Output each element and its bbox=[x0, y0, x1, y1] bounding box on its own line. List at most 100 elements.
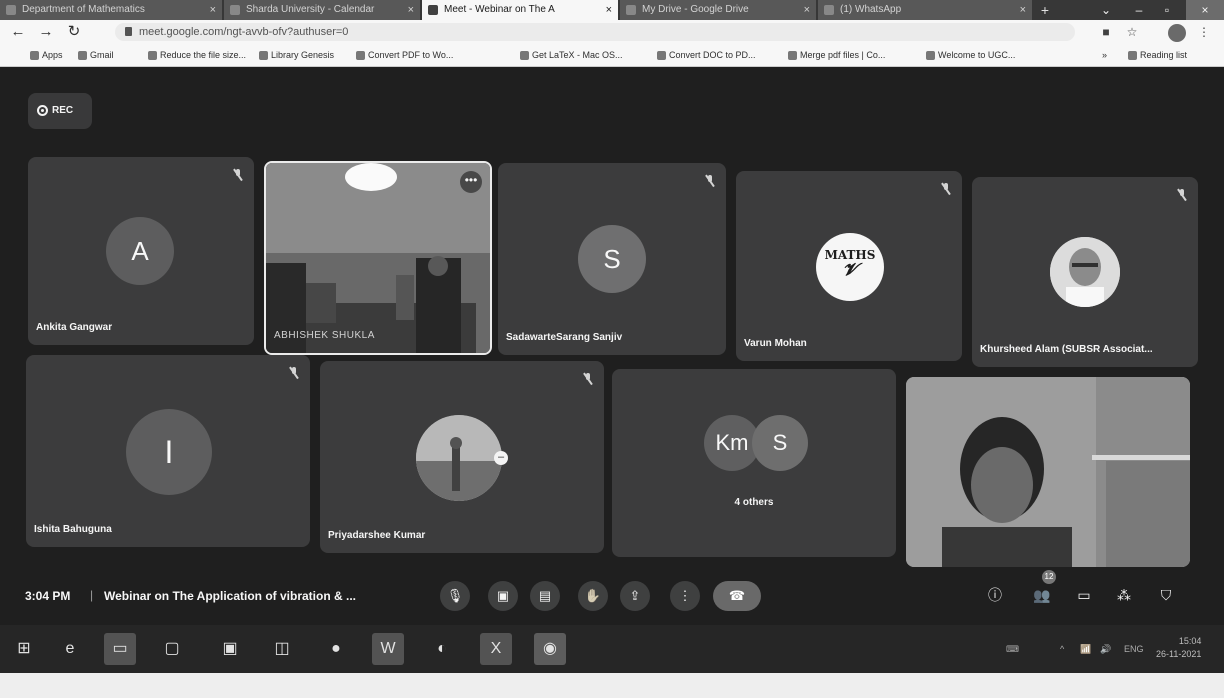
more-options-icon[interactable]: ••• bbox=[460, 171, 482, 193]
reading-list-button[interactable]: Reading list bbox=[1126, 44, 1187, 66]
more-bookmarks-icon[interactable]: » bbox=[1102, 44, 1107, 66]
tab-whatsapp[interactable]: (1) WhatsApp × bbox=[818, 0, 1032, 20]
tab-google-drive[interactable]: My Drive - Google Drive × bbox=[620, 0, 816, 20]
muted-mic-icon bbox=[1178, 189, 1186, 201]
raise-hand-button[interactable]: ✋ bbox=[578, 581, 608, 611]
language-indicator[interactable]: ENG bbox=[1124, 625, 1144, 673]
host-controls-icon[interactable]: ⛉ bbox=[1156, 585, 1176, 605]
record-icon bbox=[37, 105, 48, 116]
close-window-icon[interactable]: × bbox=[1186, 0, 1224, 20]
back-arrow-icon[interactable]: ← bbox=[8, 22, 28, 42]
participant-name: ABHISHEK SHUKLA bbox=[274, 330, 375, 341]
bookmark-get-latex[interactable]: Get LaTeX - Mac OS... bbox=[518, 44, 623, 66]
logo-script: 𝓥 bbox=[842, 260, 858, 280]
bookmark-library-genesis[interactable]: Library Genesis bbox=[257, 44, 334, 66]
leave-call-button[interactable]: ☎ bbox=[713, 581, 761, 611]
bookmark-convert-pdf[interactable]: Convert PDF to Wo... bbox=[354, 44, 453, 66]
volume-icon[interactable]: 🔊 bbox=[1100, 625, 1111, 673]
close-tab-icon[interactable]: × bbox=[804, 0, 810, 20]
windows-start-icon[interactable]: ⊞ bbox=[8, 633, 40, 665]
star-icon[interactable]: ☆ bbox=[1124, 24, 1140, 40]
camera-icon[interactable]: ■ bbox=[1098, 24, 1114, 40]
address-bar[interactable]: meet.google.com/ngt-avvb-ofv?authuser=0 bbox=[115, 23, 1075, 41]
participant-tile-sadawarte[interactable]: S SadawarteSarang Sanjiv bbox=[498, 163, 726, 355]
more-options-button[interactable]: ⋮ bbox=[670, 581, 700, 611]
monitor-icon[interactable]: ◫ bbox=[266, 633, 298, 665]
bookmark-gmail[interactable]: Gmail bbox=[76, 44, 114, 66]
bookmark-merge-pdf[interactable]: Merge pdf files | Co... bbox=[786, 44, 885, 66]
participant-tile-khursheed[interactable]: Khursheed Alam (SUBSR Associat... bbox=[972, 177, 1198, 367]
activities-icon[interactable]: ⁂ bbox=[1114, 585, 1134, 605]
close-tab-icon[interactable]: × bbox=[1020, 0, 1026, 20]
camera-button[interactable]: ▣ bbox=[488, 581, 518, 611]
separator: | bbox=[90, 588, 94, 602]
video-feed bbox=[906, 377, 1190, 567]
chat-icon[interactable]: ▭ bbox=[1074, 585, 1094, 605]
close-tab-icon[interactable]: × bbox=[606, 0, 612, 20]
participant-tile-video[interactable] bbox=[906, 377, 1190, 567]
reload-icon[interactable]: ↻ bbox=[64, 22, 84, 42]
whatsapp-icon bbox=[824, 5, 834, 15]
participant-name: Varun Mohan bbox=[744, 338, 807, 349]
present-screen-button[interactable]: ⇪ bbox=[620, 581, 650, 611]
windows-taskbar: ⊞ e ▭ ▢ ▣ ◫ ● W ◐ X ◉ ⌨ ^ 📶 🔊 ENG 15:04 … bbox=[0, 625, 1224, 673]
tab-department-of-mathematics[interactable]: Department of Mathematics × bbox=[0, 0, 222, 20]
file-explorer-icon[interactable]: ▭ bbox=[104, 633, 136, 665]
firefox-icon[interactable]: ● bbox=[320, 633, 352, 665]
minimize-icon[interactable]: – bbox=[1128, 0, 1150, 20]
bookmark-apps[interactable]: Apps bbox=[28, 44, 63, 66]
captions-button[interactable]: ▤ bbox=[530, 581, 560, 611]
avatar: I bbox=[126, 409, 212, 495]
participant-tile-ankita[interactable]: A Ankita Gangwar bbox=[28, 157, 254, 345]
muted-mic-icon bbox=[290, 367, 298, 379]
keyboard-icon[interactable]: ⌨ bbox=[1006, 625, 1019, 673]
tab-meet-webinar[interactable]: Meet - Webinar on The A × bbox=[422, 0, 618, 20]
people-icon[interactable]: 👥 bbox=[1032, 585, 1052, 605]
info-icon[interactable]: ⓘ bbox=[985, 585, 1005, 605]
bookmark-reduce-file-size[interactable]: Reduce the file size... bbox=[146, 44, 246, 66]
microphone-button[interactable]: 🎙 bbox=[440, 581, 470, 611]
meeting-time: 3:04 PM bbox=[25, 589, 71, 603]
tab-label: My Drive - Google Drive bbox=[642, 4, 749, 15]
browser-tab-strip: Department of Mathematics × Sharda Unive… bbox=[0, 0, 1224, 20]
bookmarks-bar: Apps Gmail Reduce the file size... Libra… bbox=[0, 44, 1224, 67]
bookmark-icon bbox=[788, 51, 797, 60]
network-icon[interactable]: 📶 bbox=[1080, 625, 1091, 673]
maths-logo: MATHS 𝓥 bbox=[816, 233, 884, 301]
remove-icon[interactable]: – bbox=[494, 451, 508, 465]
muted-mic-icon bbox=[234, 169, 242, 181]
taskbar-clock[interactable]: 15:04 26-11-2021 bbox=[1156, 635, 1201, 661]
bookmark-ugc[interactable]: Welcome to UGC... bbox=[924, 44, 1015, 66]
close-tab-icon[interactable]: × bbox=[408, 0, 414, 20]
tab-sharda-calendar[interactable]: Sharda University - Calendar × bbox=[224, 0, 420, 20]
muted-mic-icon bbox=[706, 175, 714, 187]
bookmark-icon bbox=[259, 51, 268, 60]
excel-icon[interactable]: X bbox=[480, 633, 512, 665]
bookmark-convert-doc[interactable]: Convert DOC to PD... bbox=[655, 44, 756, 66]
profile-avatar[interactable] bbox=[1168, 24, 1186, 42]
participant-name: Ankita Gangwar bbox=[36, 322, 113, 333]
clock-time: 15:04 bbox=[1178, 636, 1202, 646]
edge-icon[interactable]: ◐ bbox=[426, 633, 458, 665]
others-tile[interactable]: Km S 4 others bbox=[612, 369, 896, 557]
forward-arrow-icon[interactable]: → bbox=[36, 22, 56, 42]
internet-explorer-icon[interactable]: e bbox=[54, 633, 86, 665]
chevron-down-icon[interactable]: ⌄ bbox=[1095, 0, 1117, 20]
word-icon[interactable]: W bbox=[372, 633, 404, 665]
tray-up-icon[interactable]: ^ bbox=[1060, 625, 1064, 673]
muted-mic-icon bbox=[942, 183, 950, 195]
participant-tile-varun[interactable]: MATHS 𝓥 Varun Mohan bbox=[736, 171, 962, 361]
avatar: S bbox=[752, 415, 808, 471]
chrome-icon[interactable]: ◉ bbox=[534, 633, 566, 665]
maximize-icon[interactable]: ▫ bbox=[1156, 0, 1178, 20]
menu-dots-icon[interactable]: ⋮ bbox=[1196, 24, 1212, 40]
participant-tile-priyadarshee[interactable]: – Priyadarshee Kumar bbox=[320, 361, 604, 553]
screen-app-icon[interactable]: ▣ bbox=[214, 633, 246, 665]
participant-tile-ishita[interactable]: I Ishita Bahuguna bbox=[26, 355, 310, 547]
bookmark-icon bbox=[657, 51, 666, 60]
participant-tile-abhishek[interactable]: ••• ABHISHEK SHUKLA bbox=[264, 161, 492, 355]
new-tab-button[interactable]: + bbox=[1035, 0, 1055, 20]
close-tab-icon[interactable]: × bbox=[210, 0, 216, 20]
store-icon[interactable]: ▢ bbox=[156, 633, 188, 665]
tab-label: Department of Mathematics bbox=[22, 4, 145, 15]
